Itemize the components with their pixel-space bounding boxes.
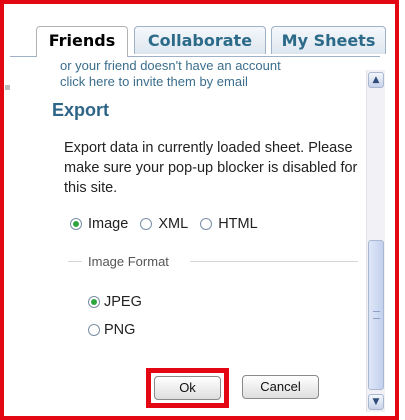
image-format-png[interactable]: PNG: [88, 322, 135, 338]
radio-png[interactable]: [88, 324, 100, 337]
tab-bar: Friends Collaborate My Sheets: [10, 26, 386, 57]
export-format-group: Image XML HTML: [70, 216, 266, 232]
invite-link[interactable]: click here to invite them by email: [60, 74, 248, 89]
export-panel: or your friend doesn't have an account c…: [40, 58, 365, 412]
export-title: Export: [52, 100, 110, 120]
scroll-up-icon[interactable]: ▲: [368, 72, 384, 88]
cancel-button[interactable]: Cancel: [242, 375, 319, 399]
image-format-legend: Image Format: [88, 254, 169, 269]
grip-icon: [373, 311, 380, 319]
resize-handle-icon[interactable]: ▪: [4, 82, 14, 93]
export-description: Export data in currently loaded sheet. P…: [64, 140, 358, 196]
vertical-scrollbar[interactable]: ▲ ▼: [366, 70, 385, 412]
radio-image[interactable]: [70, 218, 82, 231]
tab-my-sheets[interactable]: My Sheets: [271, 26, 386, 54]
scroll-down-icon[interactable]: ▼: [368, 394, 384, 410]
image-format-jpeg[interactable]: JPEG: [88, 294, 142, 310]
divider: [190, 261, 358, 262]
radio-jpeg[interactable]: [88, 296, 100, 309]
format-option-xml[interactable]: XML: [140, 216, 188, 232]
image-format-fieldset: Image Format: [68, 254, 360, 269]
radio-html[interactable]: [200, 218, 213, 231]
ok-button[interactable]: Ok: [154, 376, 221, 400]
format-option-html[interactable]: HTML: [200, 216, 258, 232]
divider: [68, 261, 82, 262]
scroll-thumb[interactable]: [368, 240, 384, 390]
radio-xml[interactable]: [140, 218, 153, 231]
tab-collaborate[interactable]: Collaborate: [134, 26, 266, 54]
format-option-image[interactable]: Image: [70, 216, 128, 232]
invite-text: or your friend doesn't have an account: [60, 58, 281, 73]
tab-friends[interactable]: Friends: [36, 26, 128, 57]
